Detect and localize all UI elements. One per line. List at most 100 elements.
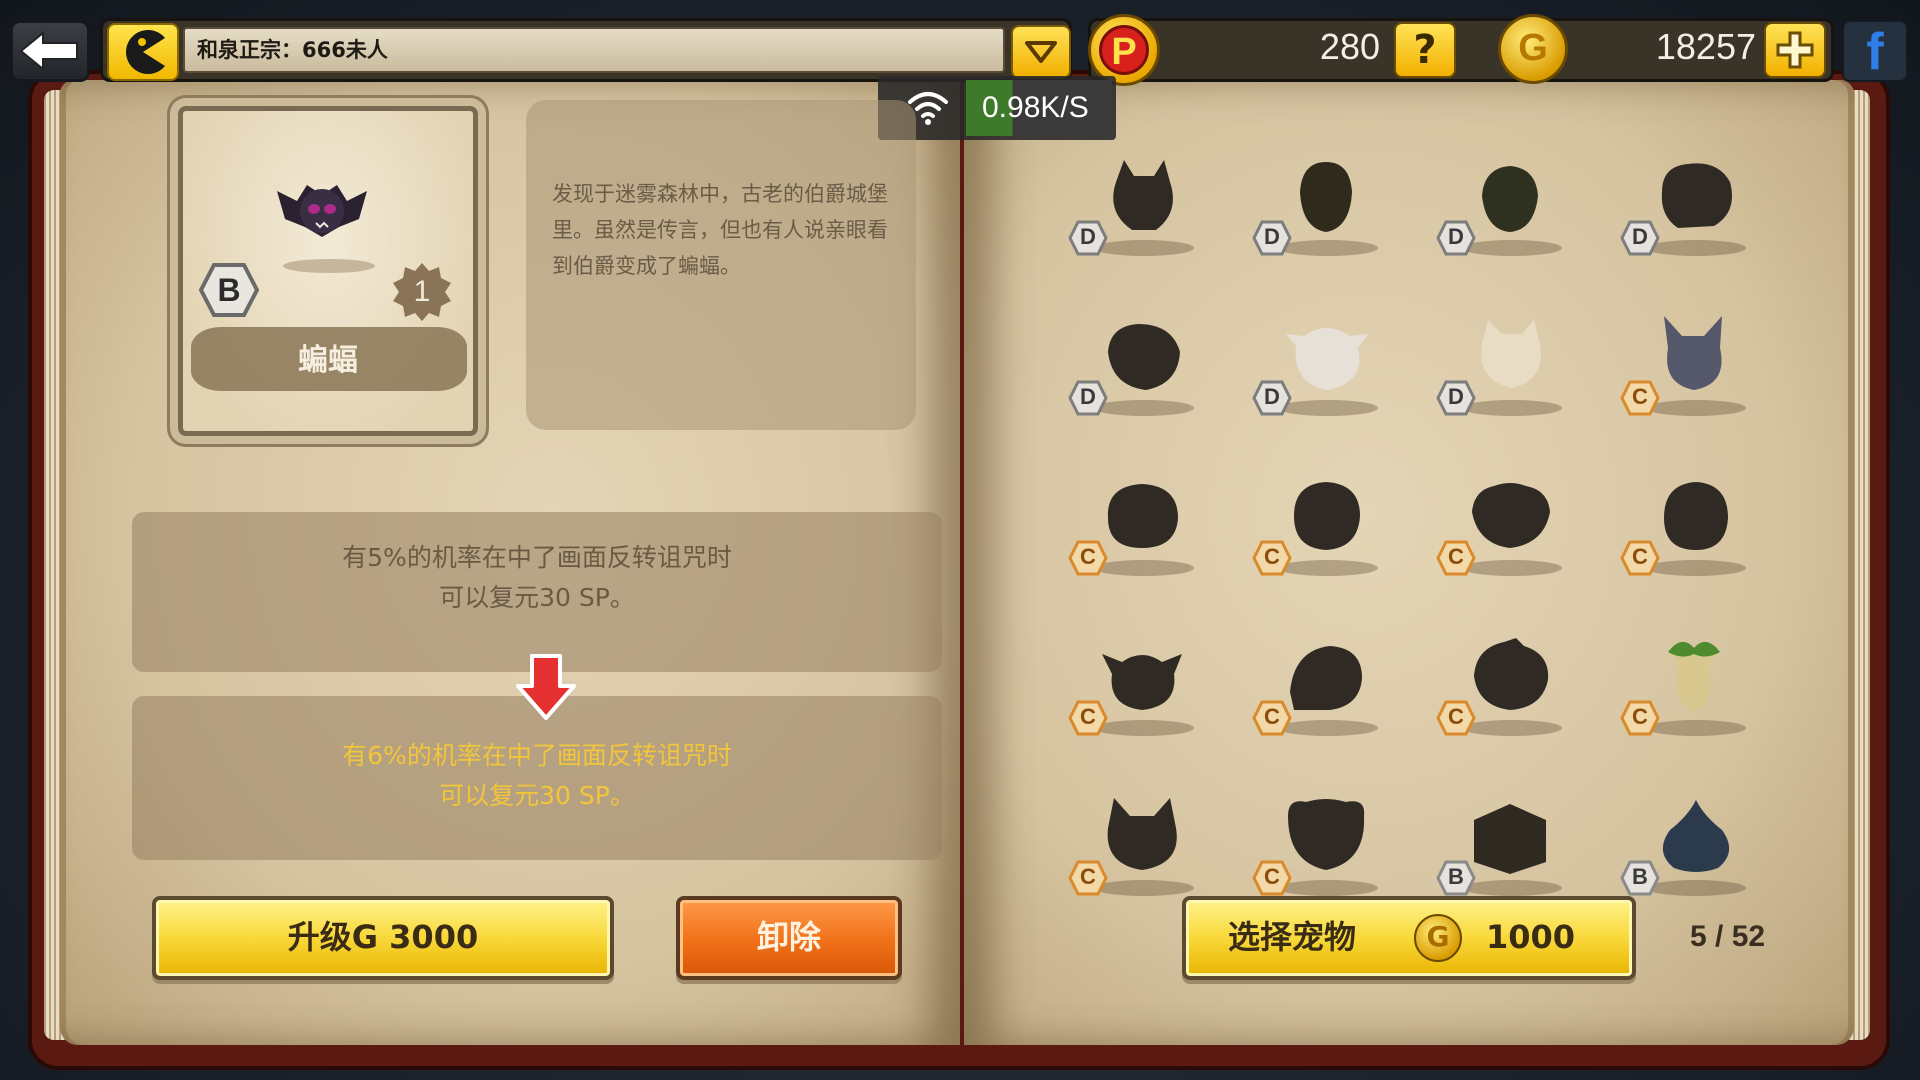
pet-shadow	[1094, 240, 1194, 256]
pet-shadow	[1278, 560, 1378, 576]
ox-icon	[1102, 654, 1182, 710]
add-gold-button[interactable]	[1764, 22, 1826, 78]
seal-icon	[1107, 484, 1178, 548]
pet-grade-badge: D	[1620, 220, 1660, 256]
pet-level-number: 1	[413, 275, 431, 308]
bat-icon	[277, 185, 367, 237]
pet-slot-mandrake[interactable]: C	[1616, 612, 1756, 752]
facebook-button[interactable]: f	[1842, 20, 1908, 82]
pet-shadow	[1278, 240, 1378, 256]
pet-rank-letter: B	[217, 271, 241, 308]
help-button[interactable]: ?	[1394, 22, 1456, 78]
back-arrow-icon	[19, 31, 78, 71]
pet-slot-sheep[interactable]: D	[1616, 132, 1756, 272]
gold-coin-icon: G	[1498, 14, 1568, 84]
pet-grade-badge: C	[1068, 700, 1108, 736]
pet-shadow	[1278, 400, 1378, 416]
pet-grade-letter: C	[1632, 704, 1648, 729]
pet-slot-cow[interactable]: D	[1248, 292, 1388, 432]
boar-icon	[1474, 638, 1549, 710]
pet-grade-letter: C	[1264, 704, 1280, 729]
pet-grade-letter: C	[1080, 864, 1096, 889]
pet-grade-letter: B	[1632, 864, 1648, 889]
next-effect-line2: 可以复元30 SP。	[439, 781, 635, 810]
pet-slot-boar[interactable]: C	[1432, 612, 1572, 752]
pet-grade-letter: D	[1264, 384, 1280, 409]
select-pet-cost: 1000	[1486, 918, 1576, 956]
pet-slot-donkey[interactable]: C	[1616, 292, 1756, 432]
pet-slot-fly[interactable]: D	[1432, 132, 1572, 272]
pet-slot-snail[interactable]: C	[1248, 612, 1388, 752]
pet-grade-letter: C	[1632, 544, 1648, 569]
pet-rank-badge: B	[199, 263, 259, 317]
pet-shadow	[1462, 560, 1562, 576]
pet-slot-calico-cat[interactable]: D	[1432, 292, 1572, 432]
cow-icon	[1286, 328, 1368, 390]
pet-shadow	[1278, 720, 1378, 736]
remove-button[interactable]: 卸除	[676, 896, 902, 980]
server-dropdown-button[interactable]	[1011, 25, 1071, 79]
back-button[interactable]	[10, 20, 90, 82]
pet-slot-wolf[interactable]: C	[1064, 772, 1204, 912]
selected-pet-card: 蝙蝠 B 1	[178, 106, 478, 436]
pet-shadow	[1462, 400, 1562, 416]
mouse-icon	[1288, 799, 1365, 870]
pet-slot-treasure-chest[interactable]: B	[1432, 772, 1572, 912]
fly-icon	[1482, 166, 1538, 232]
select-pet-label: 选择宠物	[1228, 918, 1357, 956]
pet-grade-badge: C	[1068, 860, 1108, 896]
pet-slot-seal[interactable]: C	[1064, 452, 1204, 592]
pet-slot-ox[interactable]: C	[1064, 612, 1204, 752]
pet-slot-slime[interactable]: B	[1616, 772, 1756, 912]
pet-grade-letter: D	[1264, 224, 1280, 249]
pet-grade-badge: C	[1620, 700, 1660, 736]
pet-grade-badge: C	[1620, 380, 1660, 416]
pet-level-badge: 1	[391, 261, 453, 323]
pet-grade-badge: C	[1252, 860, 1292, 896]
pet-shadow	[283, 259, 375, 273]
current-effect-line1: 有5%的机率在中了画面反转诅咒时	[342, 543, 732, 572]
pet-slot-beaver[interactable]: C	[1248, 452, 1388, 592]
gold-coin-icon: G	[1414, 914, 1462, 962]
upgrade-button[interactable]: 升级G 3000	[152, 896, 614, 980]
pet-shadow	[1646, 720, 1746, 736]
pet-grade-badge: C	[1436, 700, 1476, 736]
sheep-icon	[1661, 163, 1732, 228]
dog-icon	[1472, 483, 1550, 548]
pet-grade-badge: D	[1068, 380, 1108, 416]
pet-grade-badge: C	[1252, 540, 1292, 576]
calico-cat-icon	[1481, 320, 1541, 388]
pet-grade-letter: D	[1448, 384, 1464, 409]
pet-slot-dog[interactable]: C	[1432, 452, 1572, 592]
pet-grade-letter: C	[1448, 544, 1464, 569]
pet-slot-pig[interactable]: D	[1064, 292, 1204, 432]
question-icon: ?	[1413, 27, 1437, 73]
pet-grade-badge: C	[1620, 540, 1660, 576]
pet-shadow	[1462, 240, 1562, 256]
pet-grade-badge: D	[1068, 220, 1108, 256]
pet-grade-badge: B	[1436, 860, 1476, 896]
pet-shadow	[1094, 880, 1194, 896]
select-pet-button[interactable]: 选择宠物 G 1000	[1182, 896, 1636, 980]
cat-icon	[1113, 160, 1173, 230]
facebook-icon: f	[1866, 23, 1884, 81]
pet-name: 蝙蝠	[298, 343, 358, 378]
pet-slot-round-blob[interactable]: C	[1616, 452, 1756, 592]
pet-grade-letter: D	[1080, 384, 1096, 409]
pet-grade-letter: C	[1264, 544, 1280, 569]
pet-grade-badge: D	[1252, 220, 1292, 256]
pet-shadow	[1278, 880, 1378, 896]
pet-grade-letter: D	[1448, 224, 1464, 249]
plus-icon	[1776, 31, 1814, 69]
pet-shadow	[1462, 880, 1562, 896]
pet-grade-badge: D	[1252, 380, 1292, 416]
pet-grade-letter: C	[1448, 704, 1464, 729]
pet-grade-badge: C	[1252, 700, 1292, 736]
gold-value: 18257	[1655, 26, 1756, 67]
pet-slot-cat[interactable]: D	[1064, 132, 1204, 272]
server-name-field[interactable]: 和泉正宗：666未人	[183, 27, 1005, 73]
pet-slot-bee[interactable]: D	[1248, 132, 1388, 272]
slime-icon	[1662, 800, 1730, 872]
pet-slot-mouse[interactable]: C	[1248, 772, 1388, 912]
next-effect-line1: 有6%的机率在中了画面反转诅咒时	[342, 741, 732, 770]
